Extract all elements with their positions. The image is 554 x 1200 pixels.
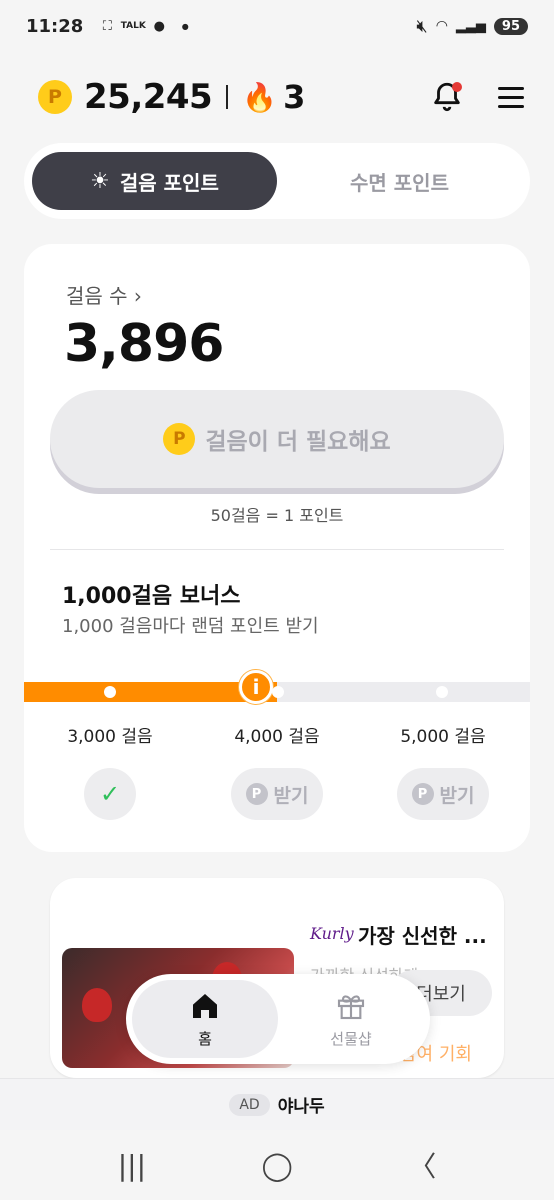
header-divider [226, 85, 229, 109]
checkmark-icon: ✓ [99, 780, 121, 808]
steps-label: 걸음 수 [66, 284, 128, 308]
milestone-label-5000: 5,000 걸음 [400, 727, 486, 747]
bottom-ad-banner[interactable]: AD 야나두 [0, 1078, 554, 1130]
sun-icon: ☀ [90, 168, 110, 194]
flame-icon: 🔥 [242, 80, 278, 114]
battery-indicator: 95 [493, 17, 528, 35]
status-bar: 11:28 ⛶ TALK ● ● 🔇︎ ◠ ▂▃▅ 95 [0, 0, 554, 52]
milestone-3000-claimed: ✓ [84, 768, 136, 820]
gift-icon [337, 994, 365, 1019]
tab-sleep-points[interactable]: 수면 포인트 [277, 152, 522, 210]
bonus-title: 1,000걸음 보너스 [62, 584, 241, 609]
more-dot-icon: ● [181, 21, 189, 31]
screenshot-icon: ⛶ [102, 18, 112, 34]
talk-icon: TALK [120, 21, 146, 31]
need-more-steps-button[interactable]: P 걸음이 더 필요해요 [50, 390, 504, 488]
app-header: P 25,245 🔥 3 [38, 72, 524, 122]
ad-brand-logo: Kurly [310, 924, 354, 943]
milestone-node-3000 [104, 686, 116, 698]
status-time: 11:28 [26, 15, 84, 37]
tab-step-points-label: 걸음 포인트 [119, 170, 219, 195]
steps-card: 걸음 수 › 3,896 P 걸음이 더 필요해요 50걸음 = 1 포인트 1… [24, 244, 530, 852]
home-button-icon[interactable]: ◯ [261, 1149, 292, 1182]
status-system-icons: 🔇︎ ◠ ▂▃▅ 95 [416, 16, 528, 37]
chevron-right-icon: › [133, 284, 142, 308]
point-coin-icon: P [411, 783, 434, 805]
steps-label-link[interactable]: 걸음 수 › [66, 280, 142, 309]
claim-label: 받기 [273, 784, 309, 807]
point-coin-icon: P [38, 80, 72, 114]
wifi-icon: ◠ [435, 18, 448, 34]
signal-icon: ▂▃▅ [455, 18, 486, 34]
hamburger-menu-icon[interactable] [498, 86, 524, 108]
recent-apps-icon[interactable]: ||| [118, 1149, 146, 1182]
mute-icon: 🔇︎ [416, 15, 428, 37]
milestone-label-3000: 3,000 걸음 [67, 727, 153, 747]
tab-sleep-points-label: 수면 포인트 [350, 170, 449, 195]
nav-home-label: 홈 [198, 1029, 212, 1048]
need-more-steps-label: 걸음이 더 필요해요 [205, 429, 391, 455]
current-position-marker-icon: i [239, 670, 273, 704]
milestone-4000-claim-button[interactable]: P 받기 [231, 768, 323, 820]
nav-gift-shop-label: 선물샵 [330, 1029, 372, 1048]
home-icon [193, 993, 217, 1018]
milestone-5000-claim-button[interactable]: P 받기 [397, 768, 489, 820]
bonus-progress-track: i [24, 670, 530, 704]
status-notification-icons: ⛶ TALK ● ● [97, 16, 195, 36]
system-navigation-bar: ||| ◯ 〈 [0, 1130, 554, 1200]
point-type-tabs: ☀ 걸음 포인트 수면 포인트 [24, 143, 530, 219]
bottom-nav: 홈 선물샵 [126, 974, 430, 1064]
point-balance[interactable]: 25,245 [84, 77, 213, 117]
ad-banner-name: 야나두 [277, 1097, 325, 1117]
nav-gift-shop[interactable]: 선물샵 [278, 980, 424, 1058]
claim-label: 받기 [439, 784, 475, 807]
nav-home[interactable]: 홈 [132, 980, 278, 1058]
point-coin-icon: P [245, 783, 268, 805]
bonus-subtitle: 1,000 걸음마다 랜덤 포인트 받기 [62, 616, 319, 637]
milestone-node-4000 [272, 686, 284, 698]
conversion-rate: 50걸음 = 1 포인트 [210, 506, 344, 525]
milestone-node-5000 [436, 686, 448, 698]
back-icon[interactable]: 〈 [408, 1145, 436, 1185]
streak-count[interactable]: 3 [283, 78, 305, 116]
ad-title: 가장 신선한 ... [358, 924, 487, 948]
app-icon: ● [153, 18, 165, 34]
steps-count: 3,896 [64, 314, 224, 374]
section-divider [50, 549, 504, 550]
ad-badge: AD [229, 1093, 270, 1116]
milestone-label-4000: 4,000 걸음 [234, 727, 320, 747]
notification-bell-icon[interactable] [430, 80, 464, 114]
notification-badge [452, 82, 462, 92]
point-coin-icon: P [163, 423, 196, 455]
tab-step-points[interactable]: ☀ 걸음 포인트 [32, 152, 277, 210]
